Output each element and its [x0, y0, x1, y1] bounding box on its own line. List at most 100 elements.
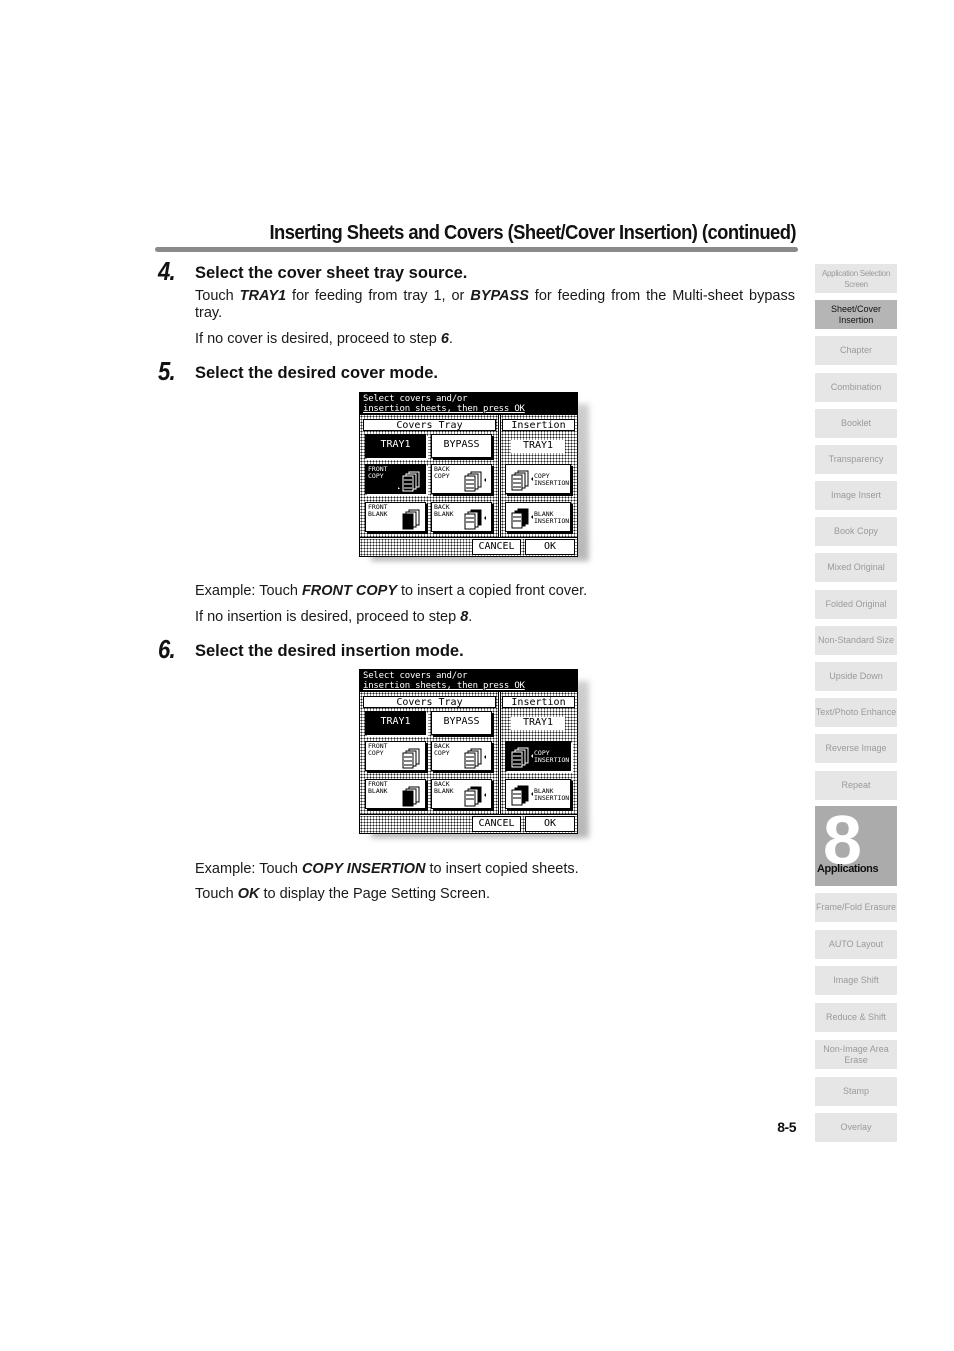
step-number: 4. — [158, 256, 176, 286]
bypass-button[interactable]: BYPASS — [431, 711, 492, 735]
back-copy-button[interactable]: BACK COPY — [431, 464, 492, 494]
index-tab-sheet-cover-insertion[interactable]: Sheet/Cover Insertion — [815, 300, 897, 329]
button-label: BACK BLANK — [434, 781, 454, 795]
screen-panel: Select covers and/or insertion sheets, th… — [359, 669, 578, 834]
index-tab-auto-layout[interactable]: AUTO Layout — [815, 930, 897, 959]
back-blank-button[interactable]: BACK BLANK — [431, 502, 492, 532]
button-label: COPY INSERTION — [534, 473, 569, 487]
index-tab-folded-original[interactable]: Folded Original — [815, 590, 897, 619]
button-label: FRONT COPY — [368, 743, 388, 757]
copy-insertion-button[interactable]: COPY INSERTION — [505, 464, 571, 494]
label-line: BLANK — [434, 510, 454, 518]
insertion-tray-label: TRAY1 — [511, 717, 565, 730]
ok-button[interactable]: OK — [525, 816, 575, 832]
index-tab-image-insert[interactable]: Image Insert — [815, 481, 897, 510]
back-copy-icon — [464, 748, 486, 769]
button-label: BACK COPY — [434, 466, 450, 480]
text: . — [448, 331, 453, 347]
emphasis: TRAY1 — [239, 288, 287, 304]
page-number: 8-5 — [777, 1119, 796, 1135]
cancel-button[interactable]: CANCEL — [472, 816, 521, 832]
back-copy-button[interactable]: BACK COPY — [431, 741, 492, 771]
blank-insertion-button[interactable]: BLANK INSERTION — [505, 502, 571, 532]
ok-button[interactable]: OK — [525, 539, 575, 555]
index-tab-application-selection-screen[interactable]: Application Selection Screen — [815, 264, 897, 293]
back-blank-button[interactable]: BACK BLANK — [431, 779, 492, 809]
emphasis: OK — [237, 886, 260, 902]
index-tab-non-standard-size[interactable]: Non-Standard Size — [815, 626, 897, 655]
front-copy-button[interactable]: FRONT COPY — [365, 464, 426, 494]
label-line: BLANK — [368, 787, 388, 795]
label-line: COPY — [368, 749, 384, 757]
step-heading: Select the desired cover mode. — [195, 364, 439, 382]
column-separator — [498, 415, 501, 537]
copy-insertion-button[interactable]: COPY INSERTION — [505, 741, 571, 771]
title-divider — [155, 247, 798, 252]
insertion-label: Insertion — [502, 419, 575, 431]
blank-insertion-icon — [511, 508, 533, 529]
chapter-tab[interactable]: 8 Applications — [815, 801, 897, 886]
index-tab-book-copy[interactable]: Book Copy — [815, 517, 897, 546]
text: Touch — [195, 288, 240, 304]
front-copy-button[interactable]: FRONT COPY — [365, 741, 426, 771]
index-tab-non-image-area-erase[interactable]: Non-Image Area Erase — [815, 1040, 897, 1069]
touch-screen-cover-mode: Select covers and/or insertion sheets, th… — [359, 392, 595, 562]
bypass-button[interactable]: BYPASS — [431, 434, 492, 458]
blank-insertion-icon — [511, 785, 533, 806]
blank-insertion-button[interactable]: BLANK INSERTION — [505, 779, 571, 809]
cancel-button[interactable]: CANCEL — [472, 539, 521, 555]
step-number: 5. — [158, 356, 176, 386]
step-example: Example: Touch COPY INSERTION to insert … — [195, 861, 579, 878]
index-tab-combination[interactable]: Combination — [815, 373, 897, 402]
button-label: BACK BLANK — [434, 504, 454, 518]
page-title: Inserting Sheets and Covers (Sheet/Cover… — [269, 222, 796, 244]
button-label: FRONT BLANK — [368, 504, 388, 518]
message-line: Select covers and/or — [363, 394, 468, 404]
emphasis: COPY INSERTION — [301, 861, 426, 877]
button-label: COPY INSERTION — [534, 750, 569, 764]
text: for feeding from tray 1, or — [286, 288, 471, 304]
step-heading: Select the cover sheet tray source. — [195, 264, 468, 282]
index-tab-image-shift[interactable]: Image Shift — [815, 966, 897, 995]
screen-panel: Select covers and/or insertion sheets, th… — [359, 392, 578, 557]
index-tab-stamp[interactable]: Stamp — [815, 1077, 897, 1106]
index-tab-upside-down[interactable]: Upside Down — [815, 662, 897, 691]
index-tab-booklet[interactable]: Booklet — [815, 409, 897, 438]
index-tab-chapter[interactable]: Chapter — [815, 336, 897, 365]
label-line: INSERTION — [534, 517, 570, 525]
front-blank-button[interactable]: FRONT BLANK — [365, 779, 426, 809]
index-tab-overlay[interactable]: Overlay — [815, 1113, 897, 1142]
label-line: INSERTION — [534, 794, 570, 802]
index-tab-transparency[interactable]: Transparency — [815, 445, 897, 474]
text: If no insertion is desired, proceed to s… — [195, 609, 461, 625]
label-line: BLANK — [368, 510, 388, 518]
index-tab-frame-fold-erasure[interactable]: Frame/Fold Erasure — [815, 893, 897, 922]
front-blank-button[interactable]: FRONT BLANK — [365, 502, 426, 532]
index-tab-repeat[interactable]: Repeat — [815, 771, 897, 800]
step-note: Touch OK to display the Page Setting Scr… — [195, 886, 490, 903]
text: If no cover is desired, proceed to step — [195, 331, 441, 347]
insertion-label: Insertion — [502, 696, 575, 708]
step-note: If no cover is desired, proceed to step … — [195, 331, 453, 348]
text: . — [468, 609, 473, 625]
tray1-button[interactable]: TRAY1 — [365, 711, 426, 735]
tray1-button[interactable]: TRAY1 — [365, 434, 426, 458]
message-line: insertion sheets, then press OK — [363, 404, 525, 414]
button-label: FRONT BLANK — [368, 781, 388, 795]
column-separator — [498, 692, 501, 814]
message-line: insertion sheets, then press OK — [363, 681, 525, 691]
copy-insertion-icon — [511, 747, 533, 768]
label-line: COPY — [368, 472, 384, 480]
step-note: If no insertion is desired, proceed to s… — [195, 609, 472, 626]
step-number: 6. — [158, 634, 176, 664]
index-tab-reverse-image[interactable]: Reverse Image — [815, 734, 897, 763]
front-copy-icon — [402, 748, 420, 769]
touch-screen-insertion-mode: Select covers and/or insertion sheets, th… — [359, 669, 595, 839]
index-tab-text-photo-enhance[interactable]: Text/Photo Enhance — [815, 698, 897, 727]
index-tab-mixed-original[interactable]: Mixed Original — [815, 553, 897, 582]
index-tab-reduce-shift[interactable]: Reduce & Shift — [815, 1003, 897, 1032]
step-instruction: Touch TRAY1 for feeding from tray 1, or … — [195, 288, 795, 322]
label-line: COPY — [434, 472, 450, 480]
text: Example: Touch — [195, 583, 302, 599]
text: Example: Touch — [195, 861, 302, 877]
